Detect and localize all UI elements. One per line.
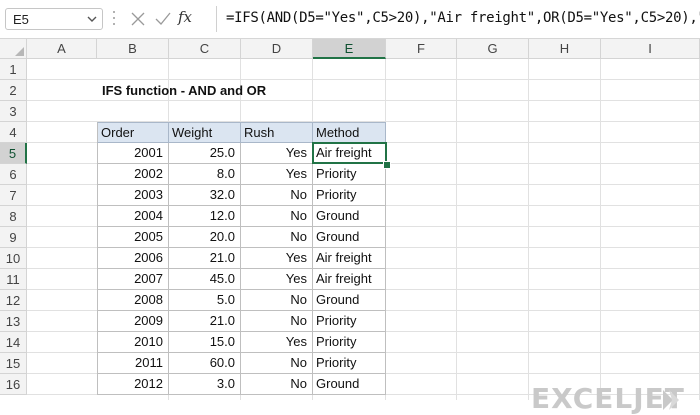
column-header-g[interactable]: G	[457, 39, 529, 59]
row-header-16[interactable]: 16	[0, 374, 27, 395]
insert-function-icon[interactable]: fx	[178, 8, 202, 28]
table-header-weight[interactable]: Weight	[169, 122, 241, 143]
table-cell-order[interactable]: 2003	[97, 185, 169, 206]
row-header-10[interactable]: 10	[0, 248, 27, 269]
table-cell-weight[interactable]: 3.0	[169, 374, 241, 395]
table-cell-weight[interactable]: 60.0	[169, 353, 241, 374]
table-cell-rush[interactable]: No	[241, 374, 313, 395]
cancel-icon[interactable]	[128, 9, 148, 29]
column-header-i[interactable]: I	[601, 39, 700, 59]
column-header-b[interactable]: B	[97, 39, 169, 59]
gridline-horizontal	[27, 100, 700, 101]
table-cell-order[interactable]: 2005	[97, 227, 169, 248]
drag-handle-icon[interactable]	[113, 9, 116, 29]
table-header-rush[interactable]: Rush	[241, 122, 313, 143]
table-cell-weight[interactable]: 8.0	[169, 164, 241, 185]
table-cell-rush[interactable]: No	[241, 353, 313, 374]
row-header-3[interactable]: 3	[0, 101, 27, 122]
formula-bar-divider	[216, 6, 217, 32]
table-cell-weight[interactable]: 21.0	[169, 311, 241, 332]
sheet-title[interactable]: IFS function - AND and OR	[102, 83, 266, 98]
row-header-9[interactable]: 9	[0, 227, 27, 248]
table-cell-order[interactable]: 2012	[97, 374, 169, 395]
table-cell-method[interactable]: Ground	[313, 290, 386, 311]
table-cell-order[interactable]: 2009	[97, 311, 169, 332]
table-cell-rush[interactable]: Yes	[241, 143, 313, 164]
column-header-e[interactable]: E	[313, 39, 386, 59]
table-cell-method[interactable]: Ground	[313, 227, 386, 248]
table-cell-method[interactable]: Priority	[313, 164, 386, 185]
table-cell-weight[interactable]: 32.0	[169, 185, 241, 206]
table-cell-rush[interactable]: No	[241, 227, 313, 248]
row-header-15[interactable]: 15	[0, 353, 27, 374]
gridline-vertical	[456, 59, 457, 400]
table-cell-rush[interactable]: No	[241, 206, 313, 227]
column-header-a[interactable]: A	[27, 39, 97, 59]
table-cell-order[interactable]: 2006	[97, 248, 169, 269]
table-cell-rush[interactable]: Yes	[241, 332, 313, 353]
table-cell-order[interactable]: 2002	[97, 164, 169, 185]
row-header-8[interactable]: 8	[0, 206, 27, 227]
row-header-12[interactable]: 12	[0, 290, 27, 311]
table-cell-weight[interactable]: 25.0	[169, 143, 241, 164]
table-cell-rush[interactable]: Yes	[241, 248, 313, 269]
gridline-horizontal	[27, 79, 700, 80]
row-header-7[interactable]: 7	[0, 185, 27, 206]
table-cell-weight[interactable]: 45.0	[169, 269, 241, 290]
table-cell-order[interactable]: 2008	[97, 290, 169, 311]
table-cell-order[interactable]: 2004	[97, 206, 169, 227]
formula-bar: E5 fx =IFS(AND(D5="Yes",C5>20),"Air frei…	[0, 0, 700, 39]
table-cell-weight[interactable]: 5.0	[169, 290, 241, 311]
table-cell-weight[interactable]: 20.0	[169, 227, 241, 248]
table-cell-method[interactable]: Priority	[313, 311, 386, 332]
gridline-vertical	[600, 59, 601, 400]
table-cell-method[interactable]: Priority	[313, 353, 386, 374]
worksheet-grid[interactable]: ABCDEFGHI 1 2 3 4 5 6 7 8 9 10 11 12 13 14 15 16 IFS fu…	[0, 39, 700, 415]
table-cell-rush[interactable]: No	[241, 185, 313, 206]
row-header-11[interactable]: 11	[0, 269, 27, 290]
table-cell-weight[interactable]: 12.0	[169, 206, 241, 227]
table-cell-method[interactable]: Air freight	[313, 269, 386, 290]
table-cell-weight[interactable]: 21.0	[169, 248, 241, 269]
table-cell-order[interactable]: 2001	[97, 143, 169, 164]
table-cell-rush[interactable]: Yes	[241, 164, 313, 185]
exceljet-logo-mark-icon	[663, 390, 679, 410]
fill-handle[interactable]	[383, 161, 391, 169]
column-header-c[interactable]: C	[169, 39, 241, 59]
gridline-vertical	[528, 59, 529, 400]
table-cell-rush[interactable]: No	[241, 311, 313, 332]
formula-input[interactable]: =IFS(AND(D5="Yes",C5>20),"Air freight",O…	[226, 10, 700, 26]
column-header-f[interactable]: F	[386, 39, 457, 59]
column-header-d[interactable]: D	[241, 39, 313, 59]
row-header-6[interactable]: 6	[0, 164, 27, 185]
table-cell-method[interactable]: Priority	[313, 185, 386, 206]
row-header-14[interactable]: 14	[0, 332, 27, 353]
table-cell-method[interactable]: Priority	[313, 332, 386, 353]
table-cell-method[interactable]: Ground	[313, 374, 386, 395]
table-cell-order[interactable]: 2010	[97, 332, 169, 353]
table-header-method[interactable]: Method	[313, 122, 386, 143]
name-box-value: E5	[13, 12, 29, 27]
column-header-h[interactable]: H	[529, 39, 601, 59]
table-cell-rush[interactable]: No	[241, 290, 313, 311]
table-header-order[interactable]: Order	[97, 122, 169, 143]
table-cell-method[interactable]: Ground	[313, 206, 386, 227]
select-all-button[interactable]	[0, 39, 27, 59]
row-header-2[interactable]: 2	[0, 80, 27, 101]
table-cell-order[interactable]: 2011	[97, 353, 169, 374]
row-header-5[interactable]: 5	[0, 143, 27, 164]
table-cell-method[interactable]: Air freight	[313, 248, 386, 269]
table-cell-weight[interactable]: 15.0	[169, 332, 241, 353]
checkmark-icon[interactable]	[153, 9, 173, 29]
select-all-triangle-icon	[15, 47, 24, 56]
chevron-down-icon[interactable]	[87, 14, 97, 24]
active-cell-outline[interactable]	[312, 142, 387, 164]
name-box[interactable]: E5	[5, 8, 103, 30]
table-cell-order[interactable]: 2007	[97, 269, 169, 290]
row-header-13[interactable]: 13	[0, 311, 27, 332]
row-header-4[interactable]: 4	[0, 122, 27, 143]
row-header-1[interactable]: 1	[0, 59, 27, 80]
table-cell-rush[interactable]: Yes	[241, 269, 313, 290]
